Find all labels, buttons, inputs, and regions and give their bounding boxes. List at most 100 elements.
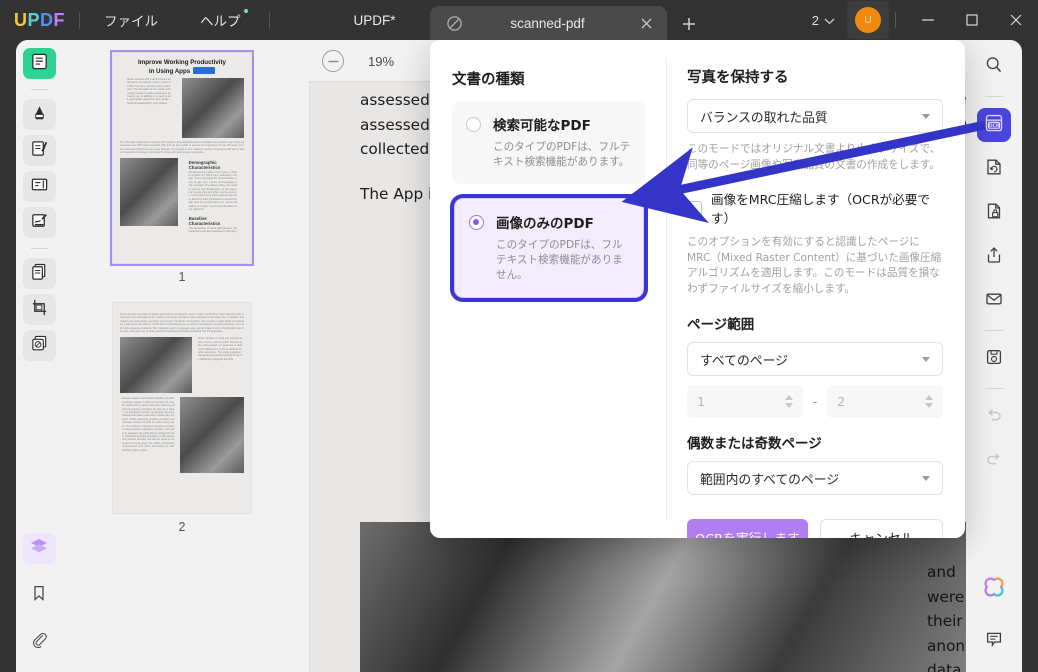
radio-image-only-pdf[interactable] xyxy=(469,214,484,230)
paperclip-icon xyxy=(30,631,49,655)
page-range-select[interactable]: すべてのページ xyxy=(687,342,943,376)
window-controls-group: 2 U xyxy=(812,0,1038,40)
even-odd-select[interactable]: 範囲内のすべてのページ xyxy=(687,461,943,495)
account-button[interactable]: U xyxy=(847,1,889,39)
thumb2-photo-2 xyxy=(180,397,244,474)
minus-circle-icon[interactable] xyxy=(322,50,344,72)
window-close-icon[interactable] xyxy=(994,0,1038,40)
comment-button[interactable] xyxy=(977,624,1011,658)
quality-select[interactable]: バランスの取れた品質 xyxy=(687,99,943,133)
option-searchable-title: 検索可能なPDF xyxy=(493,118,591,134)
thumb2-photo-1 xyxy=(120,337,192,394)
convert-button[interactable] xyxy=(977,152,1011,186)
sidebar-item-attachments[interactable] xyxy=(23,627,56,658)
stepper-up-icon[interactable] xyxy=(925,395,933,400)
edit-document-icon xyxy=(30,139,49,163)
ocr-icon: OCR xyxy=(983,112,1005,139)
search-button[interactable] xyxy=(977,50,1011,84)
stepper-up-icon[interactable] xyxy=(784,395,793,400)
cancel-button[interactable]: キャンセル xyxy=(820,519,943,538)
stepper-down-icon[interactable] xyxy=(784,403,793,408)
mrc-checkbox-row[interactable]: 画像をMRC圧縮します（OCRが必要です） xyxy=(687,189,943,227)
share-button[interactable] xyxy=(977,240,1011,274)
right-rail-divider-3 xyxy=(985,388,1003,389)
layers-icon xyxy=(29,536,49,561)
thumbnail-page-2[interactable]: Smart devices and internet based applica… xyxy=(112,302,252,534)
thumbnail-panel[interactable]: Improve Working Productivity in Using Ap… xyxy=(62,40,302,672)
option-searchable-row: 検索可能なPDF xyxy=(466,114,632,134)
tab-scanned-pdf[interactable]: scanned-pdf xyxy=(430,6,667,40)
pages-icon xyxy=(30,262,49,286)
ocr-button[interactable]: OCR xyxy=(977,108,1011,142)
thumb-paragraph-3: All interventions taken from June 1, 201… xyxy=(188,170,237,212)
slashed-circle-icon xyxy=(446,15,463,32)
save-button[interactable] xyxy=(977,342,1011,376)
page-from-input[interactable]: 1 xyxy=(687,385,803,418)
title-bar: UPDF ファイル ヘルプ UPDF* scanned-pdf 2 U xyxy=(0,0,1038,40)
undo-button[interactable] xyxy=(977,400,1011,434)
chevron-down-icon xyxy=(824,13,835,28)
thumb-title-line2: in Using Apps xyxy=(148,68,191,75)
thumbnail-page-number: 1 xyxy=(178,270,186,284)
highlighter-icon xyxy=(30,103,49,127)
sidebar-item-organize[interactable] xyxy=(22,258,56,289)
thumb-col-text-2: Demographic Characteristics All interven… xyxy=(182,158,244,234)
thumb-col-text: Smart devices and internet based applica… xyxy=(120,78,178,138)
thumb-paragraph-4: The generation of users with baseline ch… xyxy=(188,226,237,233)
sidebar-item-bookmarks[interactable] xyxy=(23,580,56,611)
thumbnail-page-1-preview: Improve Working Productivity in Using Ap… xyxy=(110,50,254,266)
tab-strip: scanned-pdf xyxy=(430,0,697,40)
option-searchable-pdf[interactable]: 検索可能なPDF このタイプのPDFは、フルテキスト検索機能があります。 xyxy=(452,101,646,184)
redo-button[interactable] xyxy=(977,444,1011,478)
menu-help[interactable]: ヘルプ xyxy=(190,6,251,34)
option-image-only-desc: このタイプのPDFは、フルテキスト検索機能がありません。 xyxy=(496,239,623,281)
sidebar-item-form[interactable] xyxy=(22,171,56,202)
convert-document-icon xyxy=(984,157,1004,182)
redo-icon xyxy=(984,449,1004,474)
close-icon[interactable] xyxy=(640,17,653,30)
sidebar-item-crop[interactable] xyxy=(22,294,56,325)
menu-file-label: ファイル xyxy=(104,14,159,29)
radio-searchable-pdf[interactable] xyxy=(466,116,481,132)
protect-button[interactable] xyxy=(977,196,1011,230)
page-to-input[interactable]: 2 xyxy=(827,385,943,418)
batch-process-icon xyxy=(30,334,49,358)
thumb-row-2: Demographic Characteristics All interven… xyxy=(113,157,251,234)
sidebar-item-reader[interactable] xyxy=(22,48,56,79)
lock-document-icon xyxy=(984,201,1004,226)
menu-file[interactable]: ファイル xyxy=(94,6,168,34)
help-notification-dot xyxy=(243,9,248,13)
zoom-controls: 19% xyxy=(322,50,394,72)
page-count-selector[interactable]: 2 xyxy=(812,13,835,28)
sidebar-item-edit[interactable] xyxy=(22,135,56,166)
mrc-checkbox[interactable] xyxy=(687,200,702,216)
avatar: U xyxy=(855,7,881,33)
crop-icon xyxy=(30,298,49,322)
option-image-only-row: 画像のみのPDF xyxy=(469,212,629,232)
even-odd-heading: 偶数または奇数ページ xyxy=(687,436,822,452)
thumbnail-page-1[interactable]: Improve Working Productivity in Using Ap… xyxy=(110,50,254,284)
page-range-inputs: 1 - 2 xyxy=(687,385,943,418)
sidebar-item-batch[interactable] xyxy=(22,330,56,361)
email-button[interactable] xyxy=(977,284,1011,318)
maximize-icon[interactable] xyxy=(950,0,994,40)
stepper-down-icon[interactable] xyxy=(925,403,933,408)
plus-icon[interactable] xyxy=(681,16,697,32)
left-tool-rail xyxy=(16,40,62,672)
thumb2-paragraph-3: Greater levels of advanced practice prov… xyxy=(122,397,175,452)
page-range-dash: - xyxy=(812,394,818,409)
page-from-stepper[interactable] xyxy=(784,395,793,408)
ai-assistant-button[interactable] xyxy=(977,572,1011,606)
ocr-settings-dialog: 文書の種類 検索可能なPDF このタイプのPDFは、フルテキスト検索機能がありま… xyxy=(430,40,965,538)
option-image-only-pdf[interactable]: 画像のみのPDF このタイプのPDFは、フルテキスト検索機能がありません。 xyxy=(454,198,644,298)
page-to-stepper[interactable] xyxy=(925,395,933,408)
run-ocr-button[interactable]: OCRを実行します xyxy=(687,519,808,538)
mrc-hint: このオプションを有効にすると認識したページにMRC（Mixed Raster C… xyxy=(687,236,942,295)
sidebar-item-layers[interactable] xyxy=(22,533,56,564)
chevron-down-icon xyxy=(922,475,930,481)
chevron-down-icon xyxy=(922,356,930,362)
even-odd-value: 範囲内のすべてのページ xyxy=(700,472,840,488)
sidebar-item-highlight[interactable] xyxy=(22,99,56,130)
sidebar-item-sign[interactable] xyxy=(22,207,56,238)
minimize-icon[interactable] xyxy=(906,0,950,40)
